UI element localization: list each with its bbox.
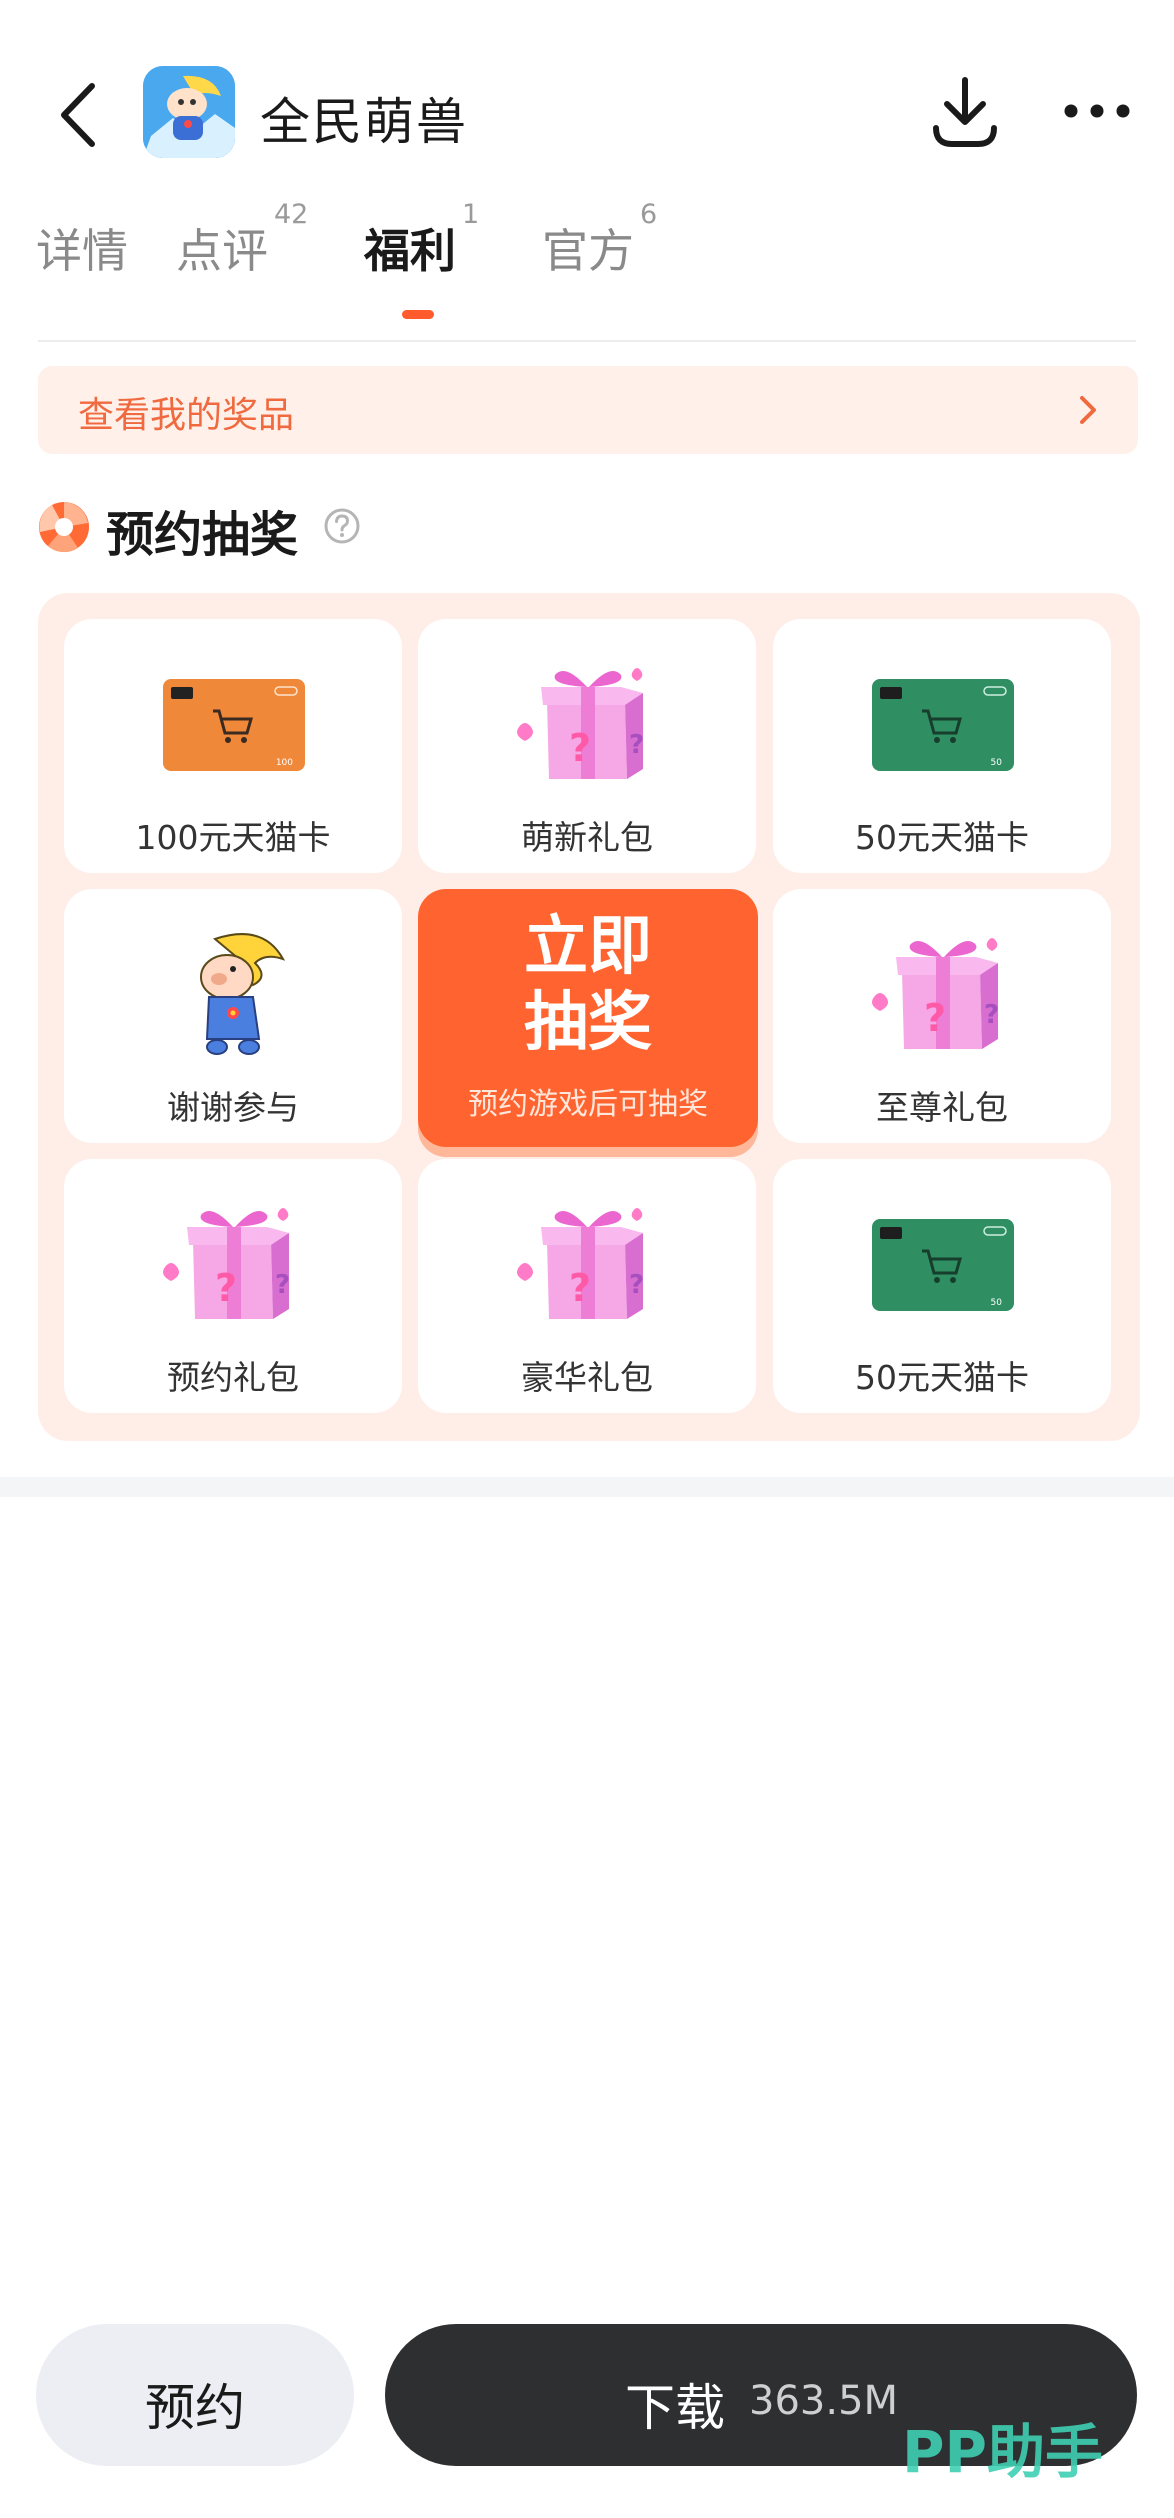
more-button[interactable] [1062,96,1132,126]
tab-benefits[interactable]: 福利1 [364,199,479,281]
svg-text:?: ? [569,1266,591,1310]
svg-text:?: ? [984,1000,999,1030]
prize-cell-100-tmall-card: 100 100元天猫卡 [64,619,402,873]
prize-cell-reservation-gift: ? ? 预约礼包 [64,1159,402,1413]
top-header: 全民萌兽 [0,0,1174,200]
prize-cell-50-tmall-card: 50 50元天猫卡 [773,1159,1111,1413]
download-header-button[interactable] [930,76,1000,150]
prize-cell-thanks: 谢谢参与 [64,889,402,1143]
download-icon [933,77,997,147]
tab-divider [38,340,1136,342]
prize-label: 100元天猫卡 [135,818,331,857]
prize-cell-deluxe-gift: ? ? 豪华礼包 [418,1159,756,1413]
lottery-grid: 100 100元天猫卡 ? ? 萌新礼包 50 50元天猫卡 谢谢参与 立即 抽… [38,593,1140,1441]
tab-official[interactable]: 官方6 [542,199,657,281]
reserve-button[interactable]: 预约 [36,2324,354,2466]
draw-now-button[interactable]: 立即 抽奖 预约游戏后可抽奖 [418,889,758,1147]
prize-label: 至尊礼包 [876,1088,1008,1127]
tab-badge: 42 [274,198,309,230]
draw-title-line1: 立即 [524,910,652,984]
draw-title-line2: 抽奖 [524,986,652,1060]
green-card-icon: 50 [872,1219,1014,1311]
svg-text:?: ? [629,1270,644,1300]
green-card-icon: 50 [872,679,1014,771]
more-dots-icon [1064,104,1130,118]
section-separator [0,1477,1174,1497]
prize-label: 萌新礼包 [521,818,653,857]
gift-box-icon: ? ? [163,1208,290,1319]
prize-label: 50元天猫卡 [855,818,1029,857]
back-button[interactable] [54,80,106,150]
prize-cell-50-tmall-card: 50 50元天猫卡 [773,619,1111,873]
chevron-right-icon [1080,396,1096,424]
section-title: 预约抽奖 [106,507,299,563]
prize-cell-supreme-gift: ? ? 至尊礼包 [773,889,1111,1143]
gift-box-icon: ? ? [517,668,644,779]
app-title: 全民萌兽 [260,93,468,151]
tab-label: 详情 [36,224,128,278]
chevron-left-icon [61,83,95,147]
active-tab-indicator [402,310,434,319]
svg-text:50: 50 [991,758,1003,768]
mascot-icon [200,933,286,1055]
gift-box-icon: ? ? [517,1208,644,1319]
tab-reviews[interactable]: 点评42 [176,199,308,281]
tab-label: 福利 [364,224,456,278]
gift-box-icon: ? ? [872,938,999,1049]
svg-text:?: ? [924,996,946,1040]
lottery-wheel-icon [39,502,89,553]
prize-label: 谢谢参与 [167,1088,299,1127]
pp-assistant-watermark-logo: PP助手 [902,2418,1103,2486]
svg-text:?: ? [275,1270,290,1300]
tab-badge: 6 [640,198,658,230]
my-prizes-bar[interactable]: 查看我的奖品 [38,366,1138,454]
prize-label: 预约礼包 [167,1358,299,1397]
svg-text:PP助手: PP助手 [902,2418,1103,2486]
prize-label: 豪华礼包 [521,1358,653,1397]
prize-cell-newbie-gift: ? ? 萌新礼包 [418,619,756,873]
help-icon[interactable] [323,507,361,545]
tab-label: 点评 [176,224,268,278]
draw-button-title: 立即 抽奖 [418,909,758,1061]
my-prizes-label: 查看我的奖品 [78,395,295,436]
reserve-label: 预约 [145,2379,245,2437]
svg-text:?: ? [215,1266,237,1310]
download-label: 下载 [625,2379,725,2437]
draw-button-subtitle: 预约游戏后可抽奖 [468,1087,708,1122]
app-icon [143,66,235,158]
prize-label: 50元天猫卡 [855,1358,1029,1397]
orange-card-icon: 100 [163,679,305,771]
download-size: 363.5M [749,2378,899,2424]
mascot-icon [143,66,235,158]
svg-text:100: 100 [276,758,293,768]
svg-text:?: ? [629,730,644,760]
svg-text:50: 50 [991,1298,1003,1308]
tab-badge: 1 [462,198,480,230]
tab-details[interactable]: 详情 [36,215,128,281]
svg-text:?: ? [569,726,591,770]
tab-label: 官方 [542,224,634,278]
